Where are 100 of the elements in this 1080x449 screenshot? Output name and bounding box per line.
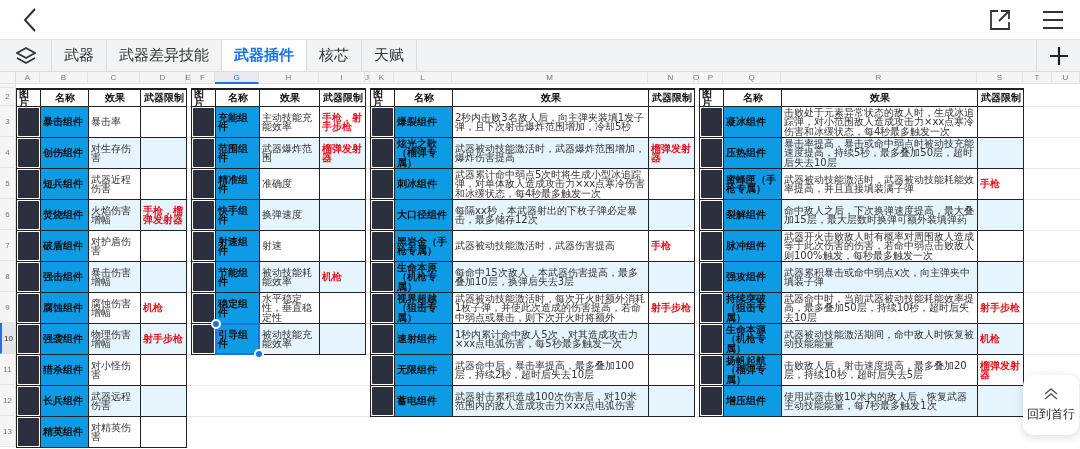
column-header[interactable]: C (88, 72, 140, 84)
double-chevron-up-icon (1044, 387, 1058, 400)
column-header[interactable]: Q (723, 72, 781, 84)
name-cell[interactable]: 焚烧组件 (40, 199, 89, 231)
item-thumbnail (18, 139, 39, 167)
name-cell[interactable]: 爆裂组件 (394, 106, 453, 138)
row-header[interactable]: 7 (0, 230, 16, 261)
item-thumbnail (701, 201, 722, 229)
name-cell[interactable]: 脉冲组件 (723, 230, 782, 262)
effect-cell: 火焰伤害增幅 (88, 199, 141, 231)
item-thumbnail (701, 325, 722, 353)
name-cell[interactable]: 节能组件 (215, 261, 260, 293)
name-cell[interactable]: 强袭组件 (40, 323, 89, 355)
column-header[interactable]: H (259, 72, 319, 84)
row-header[interactable]: 11 (0, 354, 16, 385)
column-header[interactable]: A (16, 72, 40, 84)
row-header[interactable]: 8 (0, 261, 16, 292)
row-header[interactable]: 2 (0, 88, 16, 106)
selection-handle[interactable] (211, 319, 221, 329)
name-cell[interactable]: 破盾组件 (40, 230, 89, 262)
name-cell[interactable]: 持续突破（狙击专属） (723, 292, 782, 324)
table-cell (648, 323, 695, 355)
name-cell[interactable]: 长兵组件 (40, 385, 89, 417)
name-cell[interactable]: 创伤组件 (40, 137, 89, 169)
row-header[interactable]: 5 (0, 168, 16, 199)
name-cell[interactable]: 范围组件 (215, 137, 260, 169)
effect-cell: 武器累积暴击或命中弱点x次，向主弹夹中填装子弹 (781, 261, 978, 293)
column-header[interactable]: T (1023, 72, 1052, 84)
row-header[interactable]: 10 (0, 323, 16, 354)
name-cell[interactable]: 压热组件 (723, 137, 782, 169)
row-header[interactable]: 12 (0, 385, 16, 416)
name-cell[interactable]: 增压组件 (723, 385, 782, 417)
name-cell[interactable]: 凝冰组件 (723, 106, 782, 138)
column-header[interactable]: U (1052, 72, 1080, 84)
name-cell[interactable]: 视界超越（狙击专属） (394, 292, 453, 324)
name-cell[interactable]: 大口径组件 (394, 199, 453, 231)
name-cell[interactable]: 强击组件 (40, 261, 89, 293)
column-header[interactable]: P (699, 72, 723, 84)
item-thumbnail (18, 387, 39, 415)
name-cell[interactable]: 蜜蜂匣（手枪专属） (723, 168, 782, 200)
table-cell (140, 416, 187, 448)
effect-cell: 换弹速度 (259, 199, 320, 231)
column-header[interactable]: M (452, 72, 648, 84)
column-header[interactable]: N (648, 72, 694, 84)
item-thumbnail (18, 294, 39, 322)
name-cell[interactable]: 刺冰组件 (394, 168, 453, 200)
row-header[interactable]: 6 (0, 199, 16, 230)
item-thumbnail (18, 232, 39, 260)
name-cell[interactable]: 黑岩金（手枪专属） (394, 230, 453, 262)
name-cell[interactable]: 猎杀组件 (40, 354, 89, 386)
row-header[interactable]: 3 (0, 106, 16, 137)
item-thumbnail (193, 294, 214, 322)
name-cell[interactable]: 腐蚀组件 (40, 292, 89, 324)
effect-cell: 物理伤害增幅 (88, 323, 141, 355)
column-header[interactable]: D (140, 72, 186, 84)
row-header[interactable]: 4 (0, 137, 16, 168)
name-cell[interactable]: 裂解组件 (723, 199, 782, 231)
name-cell[interactable]: 速射组件 (394, 323, 453, 355)
name-cell[interactable]: 短兵组件 (40, 168, 89, 200)
name-cell[interactable]: 无限组件 (394, 354, 453, 386)
effect-cell: 武器远程伤害 (88, 385, 141, 417)
row-header[interactable]: 13 (0, 416, 16, 447)
column-header[interactable]: F (191, 72, 215, 84)
column-header[interactable]: G (215, 72, 259, 84)
column-header[interactable]: B (40, 72, 88, 84)
row-header[interactable]: 9 (0, 292, 16, 323)
effect-cell: 暴击率提高，暴击或命中弱点时被动技充能速度提高，持续5秒，最多叠加50层，超时后失去10层 (781, 137, 978, 169)
name-cell[interactable]: 蓄电组件 (394, 385, 453, 417)
name-cell[interactable]: 快手组件 (215, 199, 260, 231)
item-thumbnail (372, 294, 393, 322)
back-to-top-button[interactable]: 回到首行 (1023, 375, 1079, 435)
item-thumbnail (18, 325, 39, 353)
item-thumbnail (372, 170, 393, 198)
item-thumbnail (193, 170, 214, 198)
name-cell[interactable]: 扬帆起航（榴弹专属） (723, 354, 782, 386)
item-thumbnail (18, 201, 39, 229)
name-cell[interactable]: 稳定组件 (215, 292, 260, 324)
column-header[interactable]: L (394, 72, 452, 84)
sheet-tab[interactable]: 武器插件 (222, 40, 307, 71)
name-cell[interactable]: 炫光之歌（榴弹专属） (394, 137, 453, 169)
item-thumbnail (701, 294, 722, 322)
table-cell (140, 137, 187, 169)
name-cell[interactable]: 射速组件 (215, 230, 260, 262)
name-cell[interactable]: 充能组件 (215, 106, 260, 138)
effect-cell: 暴击伤害增幅 (88, 261, 141, 293)
item-thumbnail (372, 232, 393, 260)
name-cell[interactable]: 生命本源（机枪专属） (723, 323, 782, 355)
name-cell[interactable]: 精英组件 (40, 416, 89, 448)
table-cell (648, 199, 695, 231)
name-cell[interactable]: 暴击组件 (40, 106, 89, 138)
column-header[interactable]: S (977, 72, 1023, 84)
item-thumbnail (18, 418, 39, 446)
item-thumbnail (701, 232, 722, 260)
column-header[interactable]: R (781, 72, 977, 84)
name-cell[interactable]: 生命本原（机枪专属） (394, 261, 453, 293)
column-header[interactable]: I (319, 72, 365, 84)
name-cell[interactable]: 精准组件 (215, 168, 260, 200)
column-header[interactable]: K (370, 72, 394, 84)
name-cell[interactable]: 强攻组件 (723, 261, 782, 293)
effect-cell: 武器射击累积造成100次伤害后，对10米范围内的敌人造成攻击力×xx点电弧伤害 (452, 385, 649, 417)
